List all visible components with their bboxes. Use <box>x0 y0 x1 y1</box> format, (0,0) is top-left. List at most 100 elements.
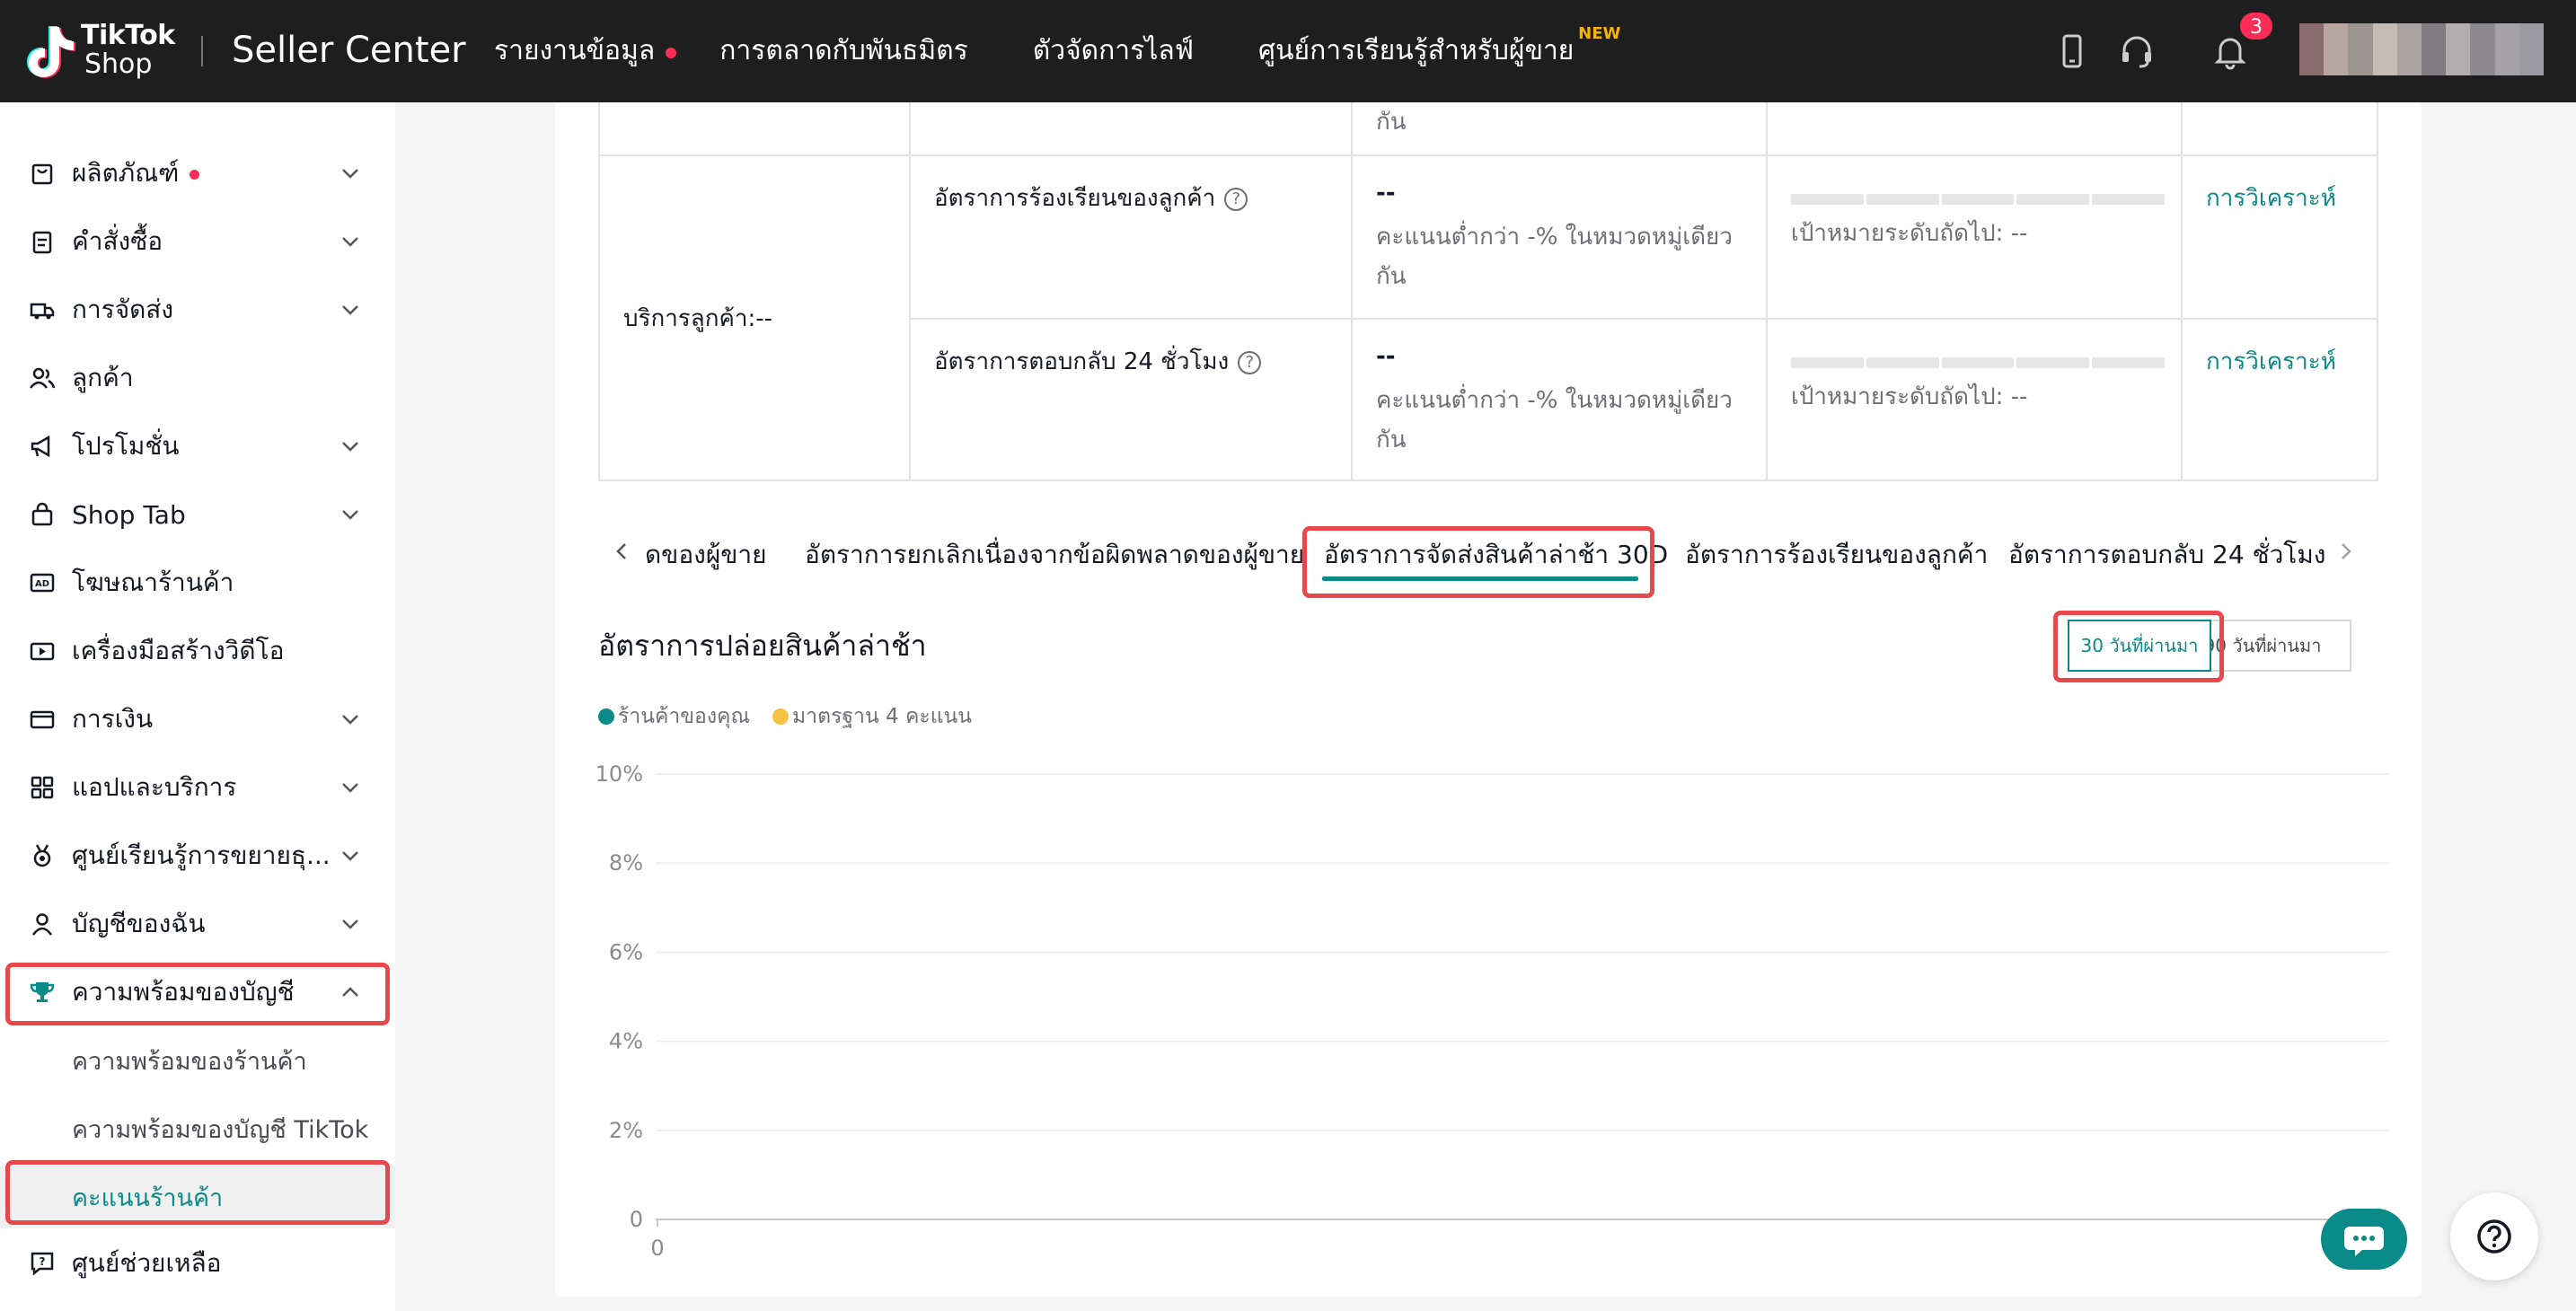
table-divider <box>600 154 2378 156</box>
wallet-icon <box>30 710 55 729</box>
metrics-table: กัน บริการลูกค้า:-- อัตราการร้องเรียนของ… <box>598 102 2378 481</box>
range-button-30d[interactable]: 30 วันที่ผ่านมา <box>2068 620 2211 672</box>
table-divider <box>1766 102 1768 480</box>
legend-swatch <box>772 708 789 725</box>
sidebar-item-label: บัญชีของฉัน <box>72 909 206 938</box>
sidebar-item-growth-center[interactable]: ศูนย์เรียนรู้การขยายธุ... <box>0 824 395 887</box>
new-badge: NEW <box>1578 23 1621 43</box>
sidebar-item-label: แอปและบริการ <box>72 772 237 802</box>
user-icon <box>31 913 53 936</box>
legend-your-shop: ร้านค้าของคุณ <box>598 700 750 733</box>
metric-name: อัตราการร้องเรียนของลูกค้า <box>934 185 1216 212</box>
sidebar-item-shop-ads[interactable]: AD โฆษณาร้านค้า <box>0 551 395 614</box>
help-icon[interactable]: ? <box>1224 187 1248 211</box>
logo-shop-text: Shop <box>84 48 153 80</box>
nav-university-label: ศูนย์การเรียนรู้สำหรับผู้ขาย <box>1257 34 1575 66</box>
table-divider <box>911 318 2378 320</box>
sidebar-subitem-shop-rating[interactable]: คะแนนร้านค้า <box>0 1166 395 1228</box>
tab-24h-response-rate[interactable]: อัตราการตอบกลับ 24 ชั่วโมง <box>2008 535 2325 575</box>
help-center-icon: ? <box>31 1252 54 1276</box>
sidebar-subitem-tiktok-account-health[interactable]: ความพร้อมของบัญชี TikTok <box>0 1097 395 1160</box>
y-tick-label: 8% <box>609 850 643 875</box>
chevron-down-icon <box>342 169 358 179</box>
late-dispatch-chart: 10% 8% 6% 4% 2% 0 0 <box>593 754 2398 1266</box>
chevron-left-icon[interactable] <box>611 539 632 564</box>
megaphone-icon <box>31 435 50 458</box>
sidebar-item-label: ศูนย์เรียนรู้การขยายธุ... <box>72 840 331 870</box>
red-dot <box>190 169 200 180</box>
headset-icon[interactable] <box>2118 32 2156 70</box>
logo-tiktok-text: TikTok <box>81 20 175 51</box>
tiktok-shop-logo[interactable]: TikTok Shop <box>27 20 180 83</box>
nav-data-report[interactable]: รายงานข้อมูล <box>494 30 677 72</box>
next-level-target: เป้าหมายระดับถัดไป: -- <box>1791 220 2028 247</box>
app-title: Seller Center <box>232 30 466 71</box>
sidebar-item-video-tools[interactable]: เครื่องมือสร้างวิดีโอ <box>0 620 395 682</box>
analysis-link[interactable]: การวิเคราะห์ <box>2206 343 2336 380</box>
sidebar-item-shop-tab[interactable]: Shop Tab <box>0 483 395 546</box>
sidebar-item-orders[interactable]: คำสั่งซื้อ <box>0 210 395 273</box>
y-tick-label: 4% <box>609 1029 643 1054</box>
metric-comparison: กัน <box>1376 427 1407 453</box>
sidebar-item-help-center[interactable]: ? ศูนย์ช่วยเหลือ <box>0 1232 395 1295</box>
svg-text:?: ? <box>40 1255 46 1268</box>
nav-notification-dot <box>666 47 677 58</box>
sidebar-subitem-shop-health[interactable]: ความพร้อมของร้านค้า <box>0 1029 395 1092</box>
chat-button[interactable] <box>2321 1209 2407 1270</box>
order-clipboard-icon <box>32 231 52 254</box>
analysis-link[interactable]: การวิเคราะห์ <box>2206 180 2336 216</box>
chevron-right-icon[interactable] <box>2335 539 2357 564</box>
tiktok-logo-icon <box>27 26 75 78</box>
table-divider <box>2181 102 2183 480</box>
ad-icon: AD <box>30 573 55 593</box>
nav-affiliate-marketing[interactable]: การตลาดกับพันธมิตร <box>719 30 968 72</box>
tab-customer-complaint-rate[interactable]: อัตราการร้องเรียนของลูกค้า <box>1685 535 1988 575</box>
tab-late-dispatch-rate[interactable]: อัตราการจัดส่งสินค้าล่าช้า 30D <box>1324 535 1668 575</box>
chevron-down-icon <box>342 783 358 793</box>
sidebar-item-label: Shop Tab <box>72 499 186 530</box>
nav-affiliate-label: การตลาดกับพันธมิตร <box>719 34 968 66</box>
account-avatar-blurred[interactable] <box>2299 23 2545 75</box>
y-tick-label: 6% <box>609 939 643 964</box>
help-button[interactable] <box>2450 1192 2538 1280</box>
table-divider <box>909 102 911 480</box>
tab-seller-metric[interactable]: ดของผู้ขาย <box>645 535 767 575</box>
y-tick-label: 2% <box>609 1118 643 1143</box>
product-bag-icon <box>31 163 53 185</box>
sidebar-item-finance[interactable]: การเงิน <box>0 688 395 751</box>
chart-title: อัตราการปล่อยสินค้าล่าช้า <box>598 629 927 663</box>
apps-grid-icon <box>31 776 54 799</box>
sidebar-item-label: การเงิน <box>72 704 154 734</box>
trophy-icon <box>30 982 55 1002</box>
video-icon <box>30 642 55 661</box>
y-tick-label: 10% <box>595 761 643 787</box>
chevron-down-icon <box>342 305 358 315</box>
sidebar-item-promotions[interactable]: โปรโมชั่น <box>0 415 395 478</box>
chevron-down-icon <box>342 715 358 725</box>
sidebar-item-customers[interactable]: ลูกค้า <box>0 347 395 409</box>
sidebar: ผลิตภัณฑ์ คำสั่งซื้อ การจัดส่ง ลูกค้า โป… <box>0 102 395 1311</box>
chevron-down-icon <box>342 237 358 247</box>
medal-icon <box>33 844 51 867</box>
sidebar-item-products[interactable]: ผลิตภัณฑ์ <box>0 142 395 205</box>
chart-svg: 10% 8% 6% 4% 2% 00 <box>595 761 2389 1261</box>
y-tick-label: 0 <box>630 1207 643 1232</box>
mobile-icon[interactable] <box>2053 32 2091 70</box>
help-icon[interactable]: ? <box>1238 350 1262 374</box>
shop-bag-icon <box>31 502 53 526</box>
customers-icon <box>30 367 56 389</box>
sidebar-subitem-label: ความพร้อมของร้านค้า <box>72 1047 307 1076</box>
x-tick-label: 0 <box>650 1236 664 1261</box>
sidebar-item-my-account[interactable]: บัญชีของฉัน <box>0 893 395 955</box>
legend-label: ร้านค้าของคุณ <box>618 705 750 728</box>
nav-seller-university[interactable]: ศูนย์การเรียนรู้สำหรับผู้ขาย NEW <box>1257 24 1620 72</box>
svg-text:AD: AD <box>35 579 49 589</box>
metric-comparison: คะแนนต่ำกว่า -% ในหมวดหมู่เดียว <box>1376 224 1733 251</box>
sidebar-item-account-health[interactable]: ความพร้อมของบัญชี <box>0 961 395 1024</box>
nav-live-manager[interactable]: ตัวจัดการไลฟ์ <box>1033 30 1194 72</box>
sidebar-item-label: โฆษณาร้านค้า <box>72 568 234 597</box>
tab-seller-cancellation-rate[interactable]: อัตราการยกเลิกเนื่องจากข้อผิดพลาดของผู้ข… <box>805 535 1304 575</box>
question-icon <box>2477 1219 2511 1254</box>
sidebar-item-shipping[interactable]: การจัดส่ง <box>0 278 395 341</box>
sidebar-item-apps-services[interactable]: แอปและบริการ <box>0 756 395 819</box>
